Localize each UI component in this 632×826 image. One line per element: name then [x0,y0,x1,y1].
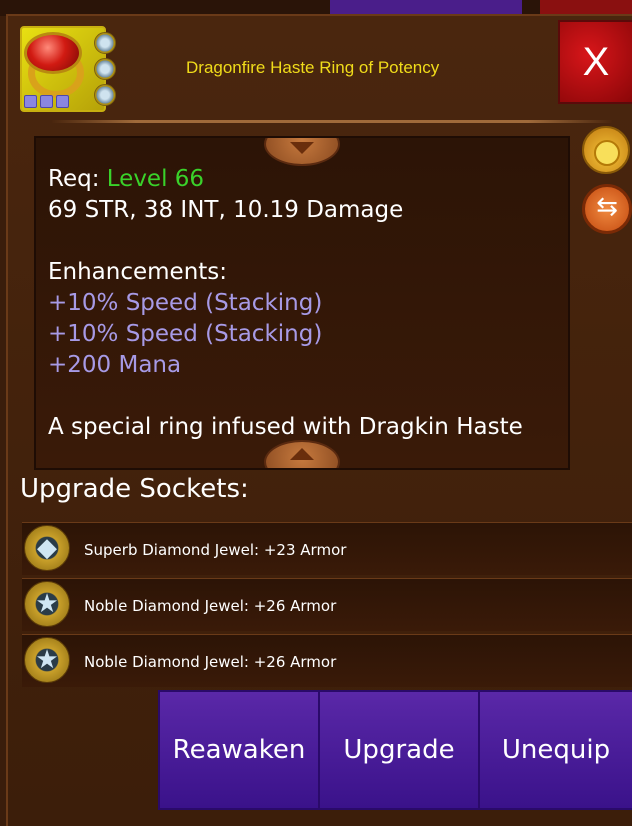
scroll-up-button[interactable] [264,138,340,166]
scroll-down-button[interactable] [264,440,340,468]
star-jewel-icon: ★ [24,637,70,683]
socket-pip [56,95,69,108]
ruby-ring-icon [20,26,116,112]
enhancement-line: +10% Speed (Stacking) [48,321,323,347]
requirement-line: Req: Level 66 [48,164,523,195]
socket-row[interactable]: ◆ Superb Diamond Jewel: +23 Armor [22,522,632,575]
socket-row[interactable]: ★ Noble Diamond Jewel: +26 Armor [22,634,632,687]
chevron-down-icon [290,142,314,154]
enhancement-line: +10% Speed (Stacking) [48,290,323,316]
socket-pip [24,95,37,108]
socket-row[interactable]: ★ Noble Diamond Jewel: +26 Armor [22,578,632,631]
background-red-tab [540,0,632,14]
upgrade-sockets-title: Upgrade Sockets: [20,474,249,504]
header-divider [52,120,612,123]
required-level: Level 66 [106,166,205,192]
socket-label: Noble Diamond Jewel: +26 Armor [84,653,337,671]
req-prefix: Req: [48,166,100,192]
enhancement-line: +200 Mana [48,352,182,378]
mini-star-jewel-icon [94,58,116,80]
swap-button[interactable]: ⇆ [582,184,632,234]
swap-arrows-icon: ⇆ [596,192,618,222]
enhancements-header: Enhancements: [48,259,228,285]
ruby-gem [24,32,82,74]
socket-pips [24,95,69,108]
chevron-up-icon [290,448,314,460]
stats-line: 69 STR, 38 INT, 10.19 Damage [48,197,404,223]
unequip-button[interactable]: Unequip [478,690,632,810]
diamond-jewel-icon: ◆ [24,525,70,571]
flavor-text: A special ring infused with Dragkin Hast… [48,414,523,440]
sell-button[interactable] [582,126,630,174]
item-title: Dragonfire Haste Ring of Potency [186,58,440,77]
reawaken-button[interactable]: Reawaken [158,690,320,810]
background-purple-tab [330,0,522,14]
item-description-box[interactable]: Req: Level 66 69 STR, 38 INT, 10.19 Dama… [34,136,570,470]
socket-pip [40,95,53,108]
mini-diamond-icon [94,32,116,54]
description-text: Req: Level 66 69 STR, 38 INT, 10.19 Dama… [48,164,523,443]
coin-bag-icon [594,140,620,166]
close-button[interactable]: X [558,20,632,104]
socket-label: Superb Diamond Jewel: +23 Armor [84,541,347,559]
socket-label: Noble Diamond Jewel: +26 Armor [84,597,337,615]
mini-star-jewel-icon [94,84,116,106]
upgrade-button[interactable]: Upgrade [318,690,480,810]
star-jewel-icon: ★ [24,581,70,627]
